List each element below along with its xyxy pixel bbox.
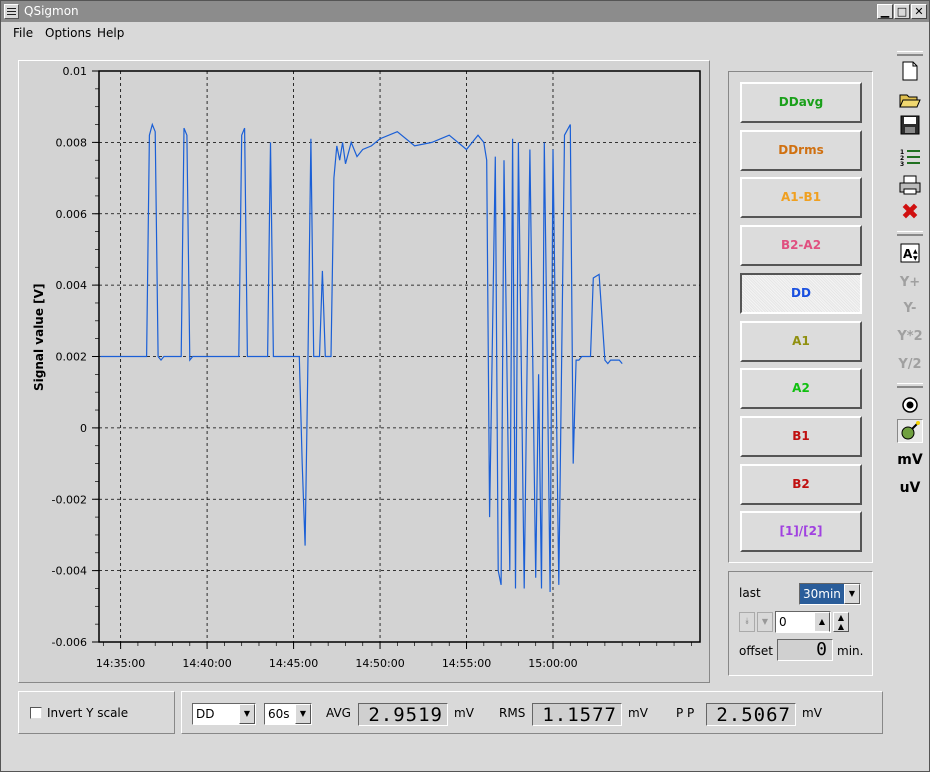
mv-unit-button[interactable]: mV — [897, 448, 923, 472]
font-size-icon[interactable]: A ▲ ▼ — [897, 241, 923, 265]
avg-label: AVG — [326, 706, 351, 720]
last-label: last — [739, 586, 761, 600]
menu-options[interactable]: Options — [45, 26, 91, 40]
svg-text:▼: ▼ — [913, 255, 918, 262]
channel-button-b1[interactable]: B1 — [740, 415, 862, 457]
channel-button-a1[interactable]: A1 — [740, 320, 862, 362]
scroll-down-icon[interactable]: ▼ — [757, 612, 773, 632]
probe-icon[interactable] — [897, 419, 923, 443]
channel-button-a2[interactable]: A2 — [740, 368, 862, 410]
open-folder-icon[interactable] — [897, 87, 923, 111]
interval-select[interactable]: 60s ▼ — [264, 703, 312, 725]
y-tick-label: -0.002 — [52, 493, 87, 506]
offset-unit: min. — [837, 644, 864, 658]
y-tick-label: -0.006 — [52, 636, 87, 649]
title-bar: QSigmon ▁ □ ✕ — [1, 1, 929, 22]
svg-text:3: 3 — [900, 161, 904, 167]
y-tick-label: 0 — [80, 422, 87, 435]
print-icon[interactable] — [897, 173, 923, 197]
x-tick-label: 14:35:00 — [96, 657, 145, 670]
save-icon[interactable] — [897, 113, 923, 137]
plot-panel: 0.01 0.008 0.006 0.004 0.002 0 -0.002 -0.004 -0.… — [18, 60, 710, 683]
invert-checkbox[interactable] — [30, 707, 42, 719]
x-tick-label: 14:45:00 — [269, 657, 318, 670]
maximize-button[interactable]: □ — [894, 4, 910, 19]
channel-button-a1-b1[interactable]: A1-B1 — [740, 177, 862, 219]
y-tick-label: 0.008 — [56, 136, 88, 149]
new-file-icon[interactable] — [897, 59, 923, 83]
time-panel: last 30min ▼ ⯯ ▼ 0 ▲ ▲ ▲ offset 0 min. — [728, 571, 873, 676]
y-tick-label: 0.01 — [63, 65, 88, 78]
toolbar-grip[interactable] — [897, 231, 923, 236]
y-tick-label: 0.004 — [56, 279, 88, 292]
pp-display: 2.5067 — [706, 703, 796, 726]
rms-unit: mV — [628, 706, 648, 720]
menu-file[interactable]: File — [13, 26, 33, 40]
spin-up-icon[interactable]: ▲ — [814, 612, 830, 632]
y-tick-label: 0.006 — [56, 208, 88, 221]
y-plus-button[interactable]: Y+ — [897, 271, 923, 295]
x-tick-label: 14:50:00 — [355, 657, 404, 670]
pp-label: P P — [676, 706, 695, 720]
record-icon[interactable] — [897, 393, 923, 417]
channel-button-ddavg[interactable]: DDavg — [740, 82, 862, 123]
last-duration-select[interactable]: 30min ▼ — [799, 583, 861, 605]
rms-label: RMS — [499, 706, 526, 720]
interval-select-value: 60s — [268, 707, 290, 721]
close-button[interactable]: ✕ — [911, 4, 927, 19]
delete-icon[interactable]: ✖ — [897, 201, 923, 225]
svg-text:A: A — [903, 247, 913, 261]
chevron-down-icon[interactable]: ▼ — [295, 704, 311, 724]
last-duration-value: 30min — [803, 587, 841, 601]
avg-unit: mV — [454, 706, 474, 720]
chevron-down-icon[interactable]: ▼ — [844, 584, 860, 604]
app-window: QSigmon ▁ □ ✕ File Options Help 0.01 0.00… — [0, 0, 930, 772]
menu-bar: File Options Help — [1, 22, 929, 44]
y-times2-button[interactable]: Y*2 — [897, 325, 923, 349]
toolbar-grip[interactable] — [897, 51, 923, 56]
x-tick-label: 14:55:00 — [442, 657, 491, 670]
window-title: QSigmon — [24, 4, 79, 18]
channel-button-b2-a2[interactable]: B2-A2 — [740, 225, 862, 267]
menu-help[interactable]: Help — [97, 26, 124, 40]
channel-button-ddrms[interactable]: DDrms — [740, 129, 862, 171]
y-div2-button[interactable]: Y/2 — [897, 353, 923, 377]
y-axis-label: Signal value [V] — [32, 284, 46, 391]
list-icon[interactable]: 123 — [897, 145, 923, 169]
x-tick-label: 15:00:00 — [528, 657, 577, 670]
y-tick-label: 0.002 — [56, 351, 88, 364]
toolbar-grip[interactable] — [897, 383, 923, 388]
channel-button-dd[interactable]: DD — [740, 272, 862, 314]
invert-panel: Invert Y scale — [18, 691, 175, 734]
svg-text:▲: ▲ — [913, 248, 918, 255]
minimize-button[interactable]: ▁ — [877, 4, 893, 19]
uv-unit-button[interactable]: uV — [897, 476, 923, 500]
rms-display: 1.1577 — [532, 703, 622, 726]
invert-label: Invert Y scale — [47, 706, 129, 720]
pp-unit: mV — [802, 706, 822, 720]
statistics-panel: DD ▼ 60s ▼ AVG 2.9519 mV RMS 1.1577 mV P… — [181, 691, 883, 734]
y-tick-label: -0.004 — [52, 565, 87, 578]
signal-chart[interactable]: 0.01 0.008 0.006 0.004 0.002 0 -0.002 -0.004 -0.… — [19, 61, 709, 682]
channel-button-panel: DDavg DDrms A1-B1 B2-A2 DD A1 A2 B1 B2 [1]/[2] — [728, 71, 873, 563]
chevron-down-icon[interactable]: ▼ — [239, 704, 255, 724]
scroll-end-icon[interactable]: ▲ ▲ — [833, 612, 849, 632]
offset-label: offset — [739, 644, 773, 658]
scroll-start-icon[interactable]: ⯯ — [739, 612, 755, 632]
x-tick-label: 14:40:00 — [182, 657, 231, 670]
y-minus-button[interactable]: Y- — [897, 297, 923, 321]
channel-select[interactable]: DD ▼ — [192, 703, 256, 725]
spin-input[interactable]: 0 — [779, 615, 787, 629]
right-toolbar: 123 ✖ A ▲ ▼ Y+ Y- Y*2 Y/2 mV uV — [894, 51, 924, 506]
system-menu-icon[interactable] — [4, 4, 19, 19]
channel-select-value: DD — [196, 707, 215, 721]
offset-display: 0 — [777, 639, 833, 661]
avg-display: 2.9519 — [358, 703, 448, 726]
channel-button-b2[interactable]: B2 — [740, 463, 862, 505]
channel-button--1-2-[interactable]: [1]/[2] — [740, 511, 862, 553]
